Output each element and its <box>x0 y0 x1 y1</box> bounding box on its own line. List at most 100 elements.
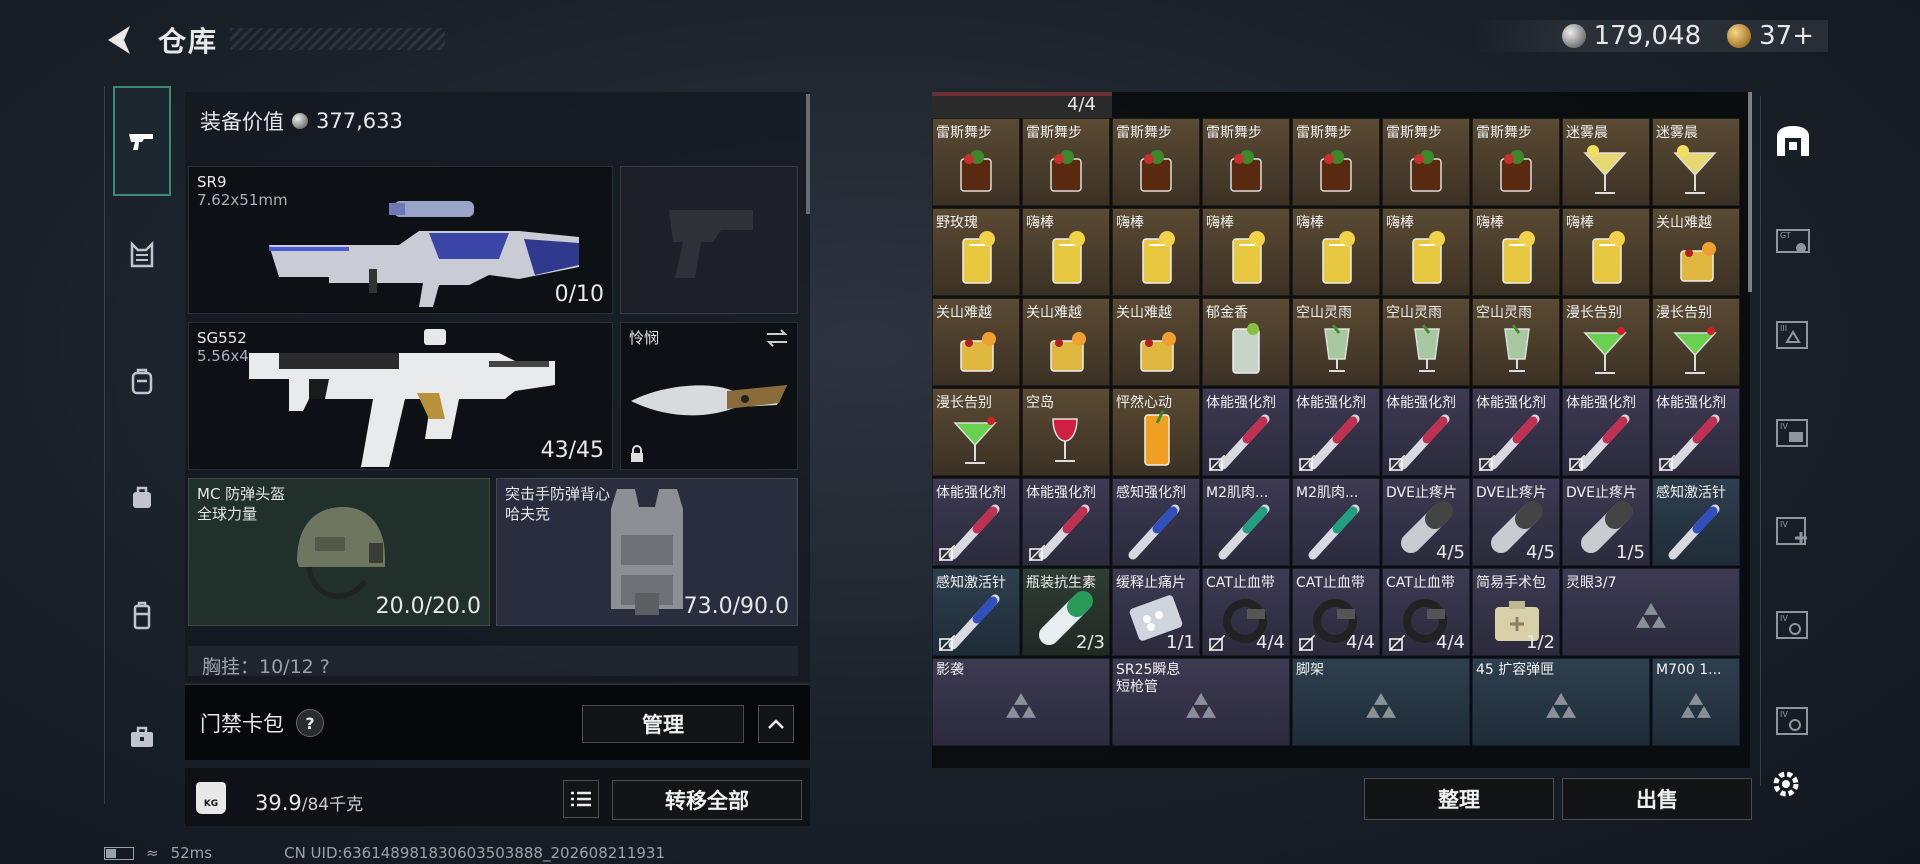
stash-item[interactable]: 漫长告别 <box>932 388 1020 476</box>
stash-item[interactable]: 感知激活针 <box>1652 478 1740 566</box>
stash-item[interactable]: 雷斯舞步 <box>932 118 1020 206</box>
transfer-all-button[interactable]: 转移全部 <box>612 780 802 820</box>
stash-item[interactable]: 漫长告别 <box>1652 298 1740 386</box>
secondary-weapon-slot[interactable]: SG552 5.56x4 43/45 <box>188 322 613 470</box>
stash-item[interactable]: CAT止血带 4/4 <box>1382 568 1470 656</box>
stash-attachment-item[interactable]: 脚架 <box>1292 658 1470 746</box>
stash-item[interactable]: 迷雾晨 <box>1562 118 1650 206</box>
nav-toolbox[interactable] <box>113 708 171 766</box>
stash-item[interactable]: 体能强化剂 <box>1022 478 1110 566</box>
stash-attachment-item[interactable]: M700 1... <box>1652 658 1740 746</box>
item-name: 嗨棒 <box>1296 215 1324 231</box>
nav-backpack[interactable] <box>113 352 171 410</box>
chest-rig-partial-label[interactable]: 胸挂：10/12 ? <box>188 646 798 676</box>
primary-weapon-slot[interactable]: SR9 7.62x51mm 0/10 <box>188 166 613 314</box>
stash-item[interactable]: 雷斯舞步 <box>1022 118 1110 206</box>
manage-keycard-button[interactable]: 管理 <box>582 705 744 743</box>
sort-button[interactable]: 整理 <box>1364 778 1554 820</box>
back-button[interactable] <box>100 22 140 58</box>
stash-tab-7[interactable]: IV <box>1767 694 1819 746</box>
stash-item[interactable]: 迷雾晨 <box>1652 118 1740 206</box>
placeholder-triangles-icon <box>1366 692 1396 718</box>
stash-item[interactable]: 雷斯舞步 <box>1292 118 1380 206</box>
stash-item[interactable]: 嗨棒 <box>1292 208 1380 296</box>
stash-item[interactable]: DVE止疼片 1/5 <box>1562 478 1650 566</box>
stash-item[interactable]: 体能强化剂 <box>1562 388 1650 476</box>
stash-item[interactable]: CAT止血带 4/4 <box>1292 568 1380 656</box>
settings-button[interactable] <box>1766 764 1806 804</box>
stash-item[interactable]: 关山难越 <box>1022 298 1110 386</box>
item-count: 4/5 <box>1526 542 1555 563</box>
stash-item[interactable]: DVE止疼片 4/5 <box>1472 478 1560 566</box>
stash-item[interactable]: DVE止疼片 4/5 <box>1382 478 1470 566</box>
equipment-scrollbar[interactable] <box>806 94 810 214</box>
stash-item[interactable]: 雷斯舞步 <box>1382 118 1470 206</box>
melee-slot[interactable]: 怜悯 <box>620 322 798 470</box>
stash-scrollbar[interactable] <box>1748 92 1752 292</box>
item-name: 感知强化剂 <box>1116 485 1186 501</box>
sell-button[interactable]: 出售 <box>1562 778 1752 820</box>
stash-item[interactable]: 怦然心动 <box>1112 388 1200 476</box>
stash-item[interactable]: 体能强化剂 <box>1652 388 1740 476</box>
stash-attachment-item[interactable]: 45 扩容弹匣 <box>1472 658 1650 746</box>
partial-top-item[interactable]: 4/4 <box>932 92 1112 118</box>
stash-item[interactable]: 关山难越 <box>1652 208 1740 296</box>
nav-vest[interactable] <box>113 226 171 284</box>
stash-item[interactable]: 空山灵雨 <box>1292 298 1380 386</box>
stash-item[interactable]: 嗨棒 <box>1472 208 1560 296</box>
stash-item[interactable]: 嗨棒 <box>1022 208 1110 296</box>
stash-item[interactable]: 嗨棒 <box>1382 208 1470 296</box>
stash-item[interactable]: 嗨棒 <box>1202 208 1290 296</box>
stash-item[interactable]: 体能强化剂 <box>1472 388 1560 476</box>
stash-attachment-item[interactable]: 影袭 <box>932 658 1110 746</box>
stash-item[interactable]: 雷斯舞步 <box>1202 118 1290 206</box>
stash-item[interactable]: 体能强化剂 <box>1382 388 1470 476</box>
nav-pouch[interactable] <box>113 468 171 526</box>
stash-item[interactable]: 体能强化剂 <box>1292 388 1380 476</box>
nav-case[interactable] <box>113 586 171 644</box>
stash-item[interactable]: 雷斯舞步 <box>1112 118 1200 206</box>
stash-tab-6[interactable]: IV <box>1767 598 1819 650</box>
stash-item[interactable]: M2肌肉... <box>1202 478 1290 566</box>
stash-item[interactable]: 雷斯舞步 <box>1472 118 1560 206</box>
list-view-button[interactable] <box>563 780 599 818</box>
stash-item[interactable]: 缓释止痛片 1/1 <box>1112 568 1200 656</box>
stash-item[interactable]: 郁金香 <box>1202 298 1290 386</box>
stash-item[interactable]: 瓶装抗生素 2/3 <box>1022 568 1110 656</box>
stash-item[interactable]: 空岛 <box>1022 388 1110 476</box>
stash-item[interactable]: 漫长告别 <box>1562 298 1650 386</box>
no-sell-icon <box>1299 635 1315 651</box>
stash-item[interactable]: 嗨棒 <box>1562 208 1650 296</box>
gear-icon <box>1773 771 1799 797</box>
stash-item[interactable]: M2肌肉... <box>1292 478 1380 566</box>
stash-item[interactable]: CAT止血带 4/4 <box>1202 568 1290 656</box>
stash-item[interactable]: 感知强化剂 <box>1112 478 1200 566</box>
stash-item[interactable]: 空山灵雨 <box>1382 298 1470 386</box>
stash-item[interactable]: 感知激活针 <box>932 568 1020 656</box>
item-name: 嗨棒 <box>1026 215 1054 231</box>
gold-amount[interactable]: 37+ <box>1759 21 1814 51</box>
stash-item[interactable]: 体能强化剂 <box>932 478 1020 566</box>
stash-item[interactable]: 关山难越 <box>1112 298 1200 386</box>
sidearm-slot-empty[interactable] <box>620 166 798 314</box>
nav-weapons[interactable] <box>113 86 171 196</box>
stash-item[interactable]: 嗨棒 <box>1112 208 1200 296</box>
stash-item[interactable]: 灵眼3/7 <box>1562 568 1740 656</box>
stash-item[interactable]: 体能强化剂 <box>1202 388 1290 476</box>
stash-tab-4[interactable]: IV <box>1767 406 1819 458</box>
swap-icon[interactable] <box>765 329 789 347</box>
stash-item[interactable]: 关山难越 <box>932 298 1020 386</box>
stash-item[interactable]: 简易手术包 1/2 <box>1472 568 1560 656</box>
collapse-button[interactable] <box>758 705 794 743</box>
keycard-help-icon[interactable]: ? <box>296 709 324 737</box>
helmet-slot[interactable]: MC 防弹头盔 全球力量 20.0/20.0 <box>188 478 490 626</box>
stash-tab-5[interactable]: IV <box>1767 504 1819 556</box>
stash-attachment-item[interactable]: SR25瞬息 短枪管 <box>1112 658 1290 746</box>
armor-slot[interactable]: 突击手防弹背心 哈夫克 73.0/90.0 <box>496 478 798 626</box>
weight-current: 39.9 <box>255 791 302 815</box>
stash-tab-3[interactable]: III <box>1767 308 1819 360</box>
stash-item[interactable]: 空山灵雨 <box>1472 298 1560 386</box>
stash-tab-main[interactable] <box>1767 116 1819 168</box>
stash-tab-2[interactable]: GT <box>1767 214 1819 266</box>
stash-item[interactable]: 野玫瑰 <box>932 208 1020 296</box>
